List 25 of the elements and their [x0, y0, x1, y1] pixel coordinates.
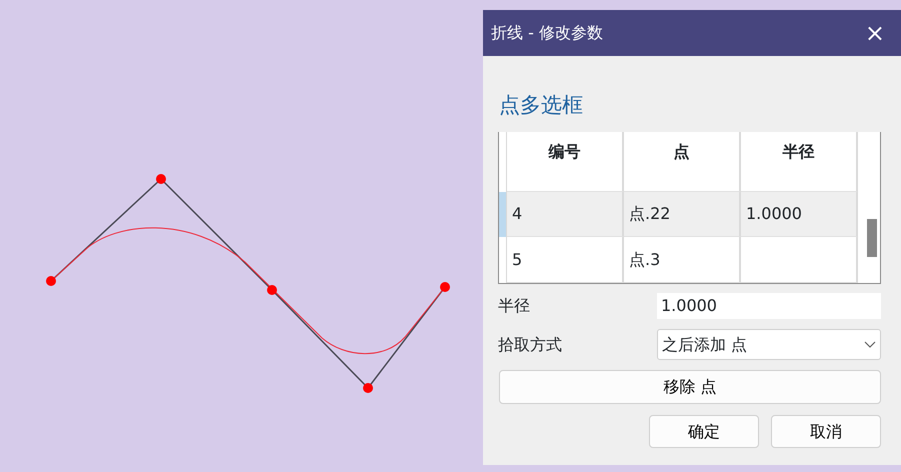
control-point[interactable]	[267, 285, 277, 295]
control-point[interactable]	[46, 276, 56, 286]
table-cell: 点.3	[624, 237, 741, 283]
radius-field[interactable]: 1.0000	[657, 293, 881, 319]
cancel-button[interactable]: 取消	[771, 415, 881, 448]
control-point[interactable]	[440, 282, 450, 292]
chevron-down-icon	[864, 340, 876, 348]
table-cell: 5	[507, 237, 624, 283]
field-label: 拾取方式	[498, 334, 563, 356]
table-cell: 1.0000	[741, 192, 858, 237]
field-label: 半径	[498, 295, 531, 317]
column-header[interactable]: 点	[624, 132, 741, 171]
group-heading: 点多选框	[499, 92, 584, 119]
scrollbar-thumb[interactable]	[867, 219, 877, 257]
close-button[interactable]: ×	[860, 21, 889, 45]
table-cell: 4	[507, 192, 624, 237]
pick-mode-dropdown[interactable]: 之后添加 点	[657, 329, 881, 360]
table-cell: 点.22	[624, 192, 741, 237]
window-title: 折线 - 修改参数	[491, 22, 603, 44]
remove-point-button[interactable]: 移除 点	[499, 370, 881, 404]
column-header[interactable]: 半径	[741, 132, 858, 171]
column-header[interactable]: 编号	[507, 132, 624, 171]
control-point[interactable]	[156, 174, 166, 184]
control-point[interactable]	[363, 383, 373, 393]
ok-button[interactable]: 确定	[649, 415, 759, 448]
